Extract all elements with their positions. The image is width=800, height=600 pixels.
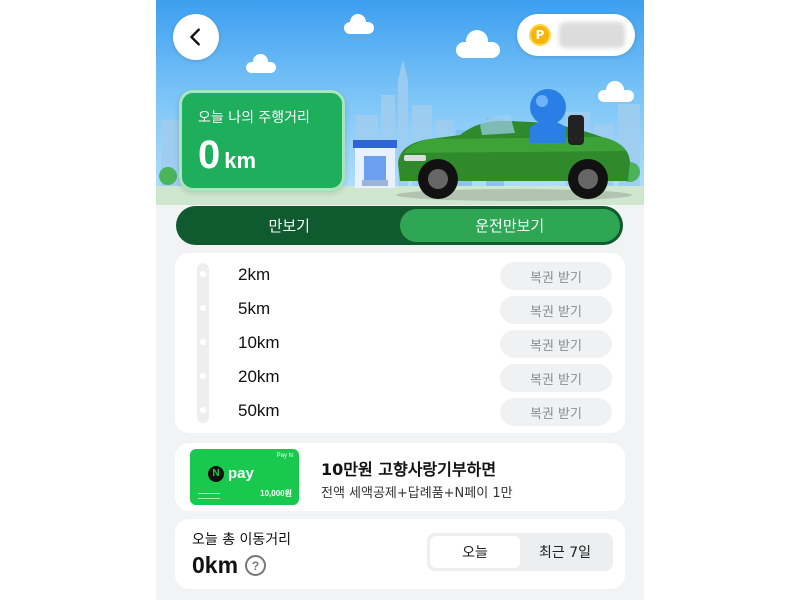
gift-card-fine-print [198,493,220,499]
milestone-distance: 10km [238,333,280,352]
points-value-blurred [559,22,625,48]
lottery-claim-button[interactable]: 복권 받기 [500,296,612,324]
milestone-list: 2km 복권 받기 5km 복권 받기 10km 복권 받기 20km 복권 받… [175,253,625,433]
segment-last-7-days[interactable]: 최근 7일 [520,536,610,568]
total-distance-card: 오늘 총 이동거리 0km ? 오늘 최근 7일 [175,519,625,589]
npay-logo: Npay [208,465,254,482]
milestone-row: 20km 복권 받기 [175,361,625,395]
promo-subtitle: 전액 세액공제+답례품+N페이 1만 [321,486,513,501]
distance-value: 0 km [198,133,326,178]
npay-n-icon: N [208,465,224,482]
hero-banner: P 오늘 나의 주행거리 0 km [156,0,644,205]
milestone-row: 2km 복권 받기 [175,259,625,293]
app-screen: P 오늘 나의 주행거리 0 km 만보기 운전만보기 2km 복권 받기 5k… [156,0,644,600]
milestone-distance: 20km [238,367,280,386]
distance-unit: km [224,148,257,173]
milestone-distance: 50km [238,401,280,420]
distance-number: 0 [198,133,221,177]
promo-title: 10만원 고향사랑기부하면 [321,460,497,479]
milestone-row: 50km 복권 받기 [175,395,625,429]
points-badge[interactable]: P [517,14,635,56]
distance-label: 오늘 나의 주행거리 [198,110,310,126]
gift-card-corner-text: Pay N [276,453,293,459]
chevron-left-icon [190,28,200,46]
total-distance-label: 오늘 총 이동거리 [192,532,292,548]
period-segmented-control: 오늘 최근 7일 [427,533,613,571]
car-illustration [396,89,632,201]
milestone-distance: 2km [238,265,271,284]
gift-card-amount: 10,000원 [260,489,292,498]
promo-banner[interactable]: Pay N Npay 10,000원 10만원 고향사랑기부하면 전액 세액공제… [175,443,625,511]
lottery-claim-button[interactable]: 복권 받기 [500,398,612,426]
lottery-claim-button[interactable]: 복권 받기 [500,364,612,392]
tab-drive-pedometer[interactable]: 운전만보기 [399,209,620,242]
milestone-row: 10km 복권 받기 [175,327,625,361]
lottery-claim-button[interactable]: 복권 받기 [500,330,612,358]
npay-gift-card-image: Pay N Npay 10,000원 [190,449,299,505]
total-distance-value: 0km ? [192,552,267,579]
milestone-distance: 5km [238,299,271,318]
back-button[interactable] [173,14,219,60]
today-distance-card: 오늘 나의 주행거리 0 km [179,90,345,191]
milestone-row: 5km 복권 받기 [175,293,625,327]
mode-tabs: 만보기 운전만보기 [176,206,623,245]
tab-pedometer[interactable]: 만보기 [179,209,400,242]
npay-brand-text: pay [228,465,254,482]
coin-icon: P [529,24,551,46]
help-icon[interactable]: ? [245,555,267,576]
segment-today[interactable]: 오늘 [430,536,520,568]
lottery-claim-button[interactable]: 복권 받기 [500,262,612,290]
total-distance-number: 0km [192,552,239,578]
